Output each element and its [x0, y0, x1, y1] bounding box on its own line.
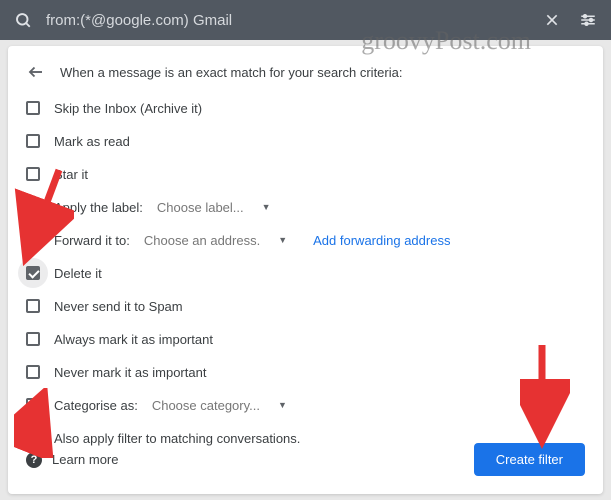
- create-filter-button[interactable]: Create filter: [474, 443, 585, 476]
- option-forward[interactable]: Forward it to: Choose an address. ▼ Add …: [26, 228, 585, 252]
- option-never-important[interactable]: Never mark it as important: [26, 360, 585, 384]
- filter-panel: When a message is an exact match for you…: [8, 46, 603, 494]
- option-label: Star it: [54, 167, 88, 182]
- option-always-important[interactable]: Always mark it as important: [26, 327, 585, 351]
- checkbox[interactable]: [26, 233, 40, 247]
- checkbox[interactable]: [26, 332, 40, 346]
- label-dropdown[interactable]: Choose label...: [157, 200, 244, 215]
- chevron-down-icon[interactable]: ▼: [278, 235, 287, 245]
- checkbox[interactable]: [26, 266, 40, 280]
- category-dropdown[interactable]: Choose category...: [152, 398, 260, 413]
- panel-title: When a message is an exact match for you…: [60, 65, 402, 80]
- option-label: Never send it to Spam: [54, 299, 183, 314]
- checkbox[interactable]: [26, 299, 40, 313]
- help-icon: ?: [26, 452, 42, 468]
- search-bar: from:(*@google.com) Gmail: [0, 0, 611, 40]
- option-label: Always mark it as important: [54, 332, 213, 347]
- learn-more-label: Learn more: [52, 452, 118, 467]
- checkbox[interactable]: [26, 398, 40, 412]
- chevron-down-icon[interactable]: ▼: [278, 400, 287, 410]
- option-label: Never mark it as important: [54, 365, 206, 380]
- forward-dropdown[interactable]: Choose an address.: [144, 233, 260, 248]
- option-label: Categorise as:: [54, 398, 138, 413]
- search-input[interactable]: from:(*@google.com) Gmail: [46, 12, 543, 29]
- option-skip-inbox[interactable]: Skip the Inbox (Archive it): [26, 96, 585, 120]
- option-delete[interactable]: Delete it: [26, 261, 585, 285]
- option-star[interactable]: Star it: [26, 162, 585, 186]
- clear-search-icon[interactable]: [543, 11, 561, 29]
- search-icon: [14, 11, 32, 29]
- option-label: Skip the Inbox (Archive it): [54, 101, 202, 116]
- filter-options-icon[interactable]: [579, 11, 597, 29]
- option-label: Delete it: [54, 266, 102, 281]
- checkbox[interactable]: [26, 365, 40, 379]
- option-label: Forward it to:: [54, 233, 130, 248]
- option-never-spam[interactable]: Never send it to Spam: [26, 294, 585, 318]
- option-label: Apply the label:: [54, 200, 143, 215]
- checkbox[interactable]: [26, 134, 40, 148]
- checkbox[interactable]: [26, 101, 40, 115]
- learn-more-link[interactable]: ? Learn more: [26, 452, 118, 468]
- checkbox[interactable]: [26, 200, 40, 214]
- chevron-down-icon[interactable]: ▼: [262, 202, 271, 212]
- option-apply-label[interactable]: Apply the label: Choose label... ▼: [26, 195, 585, 219]
- option-mark-read[interactable]: Mark as read: [26, 129, 585, 153]
- option-label: Mark as read: [54, 134, 130, 149]
- add-forwarding-link[interactable]: Add forwarding address: [313, 233, 450, 248]
- checkbox[interactable]: [26, 167, 40, 181]
- option-categorise[interactable]: Categorise as: Choose category... ▼: [26, 393, 585, 417]
- back-arrow-icon[interactable]: [26, 62, 46, 82]
